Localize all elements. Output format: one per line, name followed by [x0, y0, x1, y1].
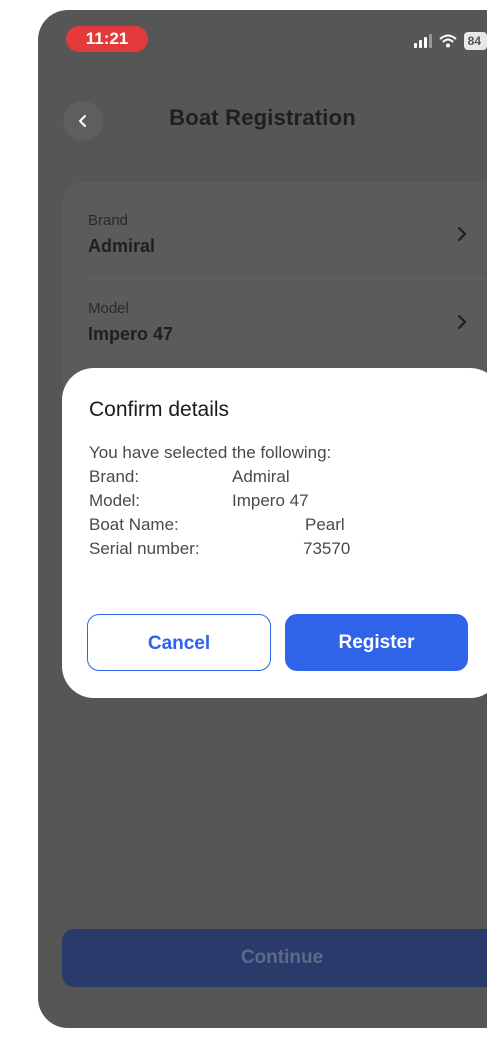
status-bar: 11:21 84 — [38, 10, 487, 54]
model-value: Impero 47 — [88, 324, 174, 344]
dialog-title: Confirm details — [89, 398, 230, 421]
register-button[interactable]: Register — [285, 614, 468, 671]
brand-label: Brand — [88, 212, 129, 229]
battery-icon: 84 — [463, 32, 487, 50]
status-time: 11:21 — [66, 26, 148, 52]
model-row[interactable]: Model Impero 47 — [88, 278, 479, 364]
wifi-icon — [438, 34, 457, 48]
detail-value: Impero 47 — [232, 491, 309, 510]
detail-value: Pearl — [305, 515, 345, 534]
chevron-right-icon — [457, 226, 467, 242]
detail-key: Serial number: — [89, 539, 200, 558]
cancel-button[interactable]: Cancel — [87, 614, 271, 671]
continue-button[interactable]: Continue — [62, 929, 487, 987]
brand-row[interactable]: Brand Admiral — [88, 190, 479, 276]
dialog-intro: You have selected the following: — [89, 443, 332, 462]
confirm-dialog: Confirm details You have selected the fo… — [62, 368, 487, 698]
detail-key: Brand: — [89, 467, 140, 486]
chevron-right-icon — [457, 314, 467, 330]
page-title: Boat Registration — [169, 105, 356, 130]
brand-value: Admiral — [88, 236, 156, 256]
signal-icon — [413, 34, 432, 48]
model-label: Model — [88, 300, 129, 317]
status-icons: 84 — [413, 30, 487, 52]
detail-value: 73570 — [303, 539, 351, 558]
detail-value: Admiral — [232, 467, 290, 486]
detail-key: Model: — [89, 491, 141, 510]
detail-key: Boat Name: — [89, 515, 179, 534]
